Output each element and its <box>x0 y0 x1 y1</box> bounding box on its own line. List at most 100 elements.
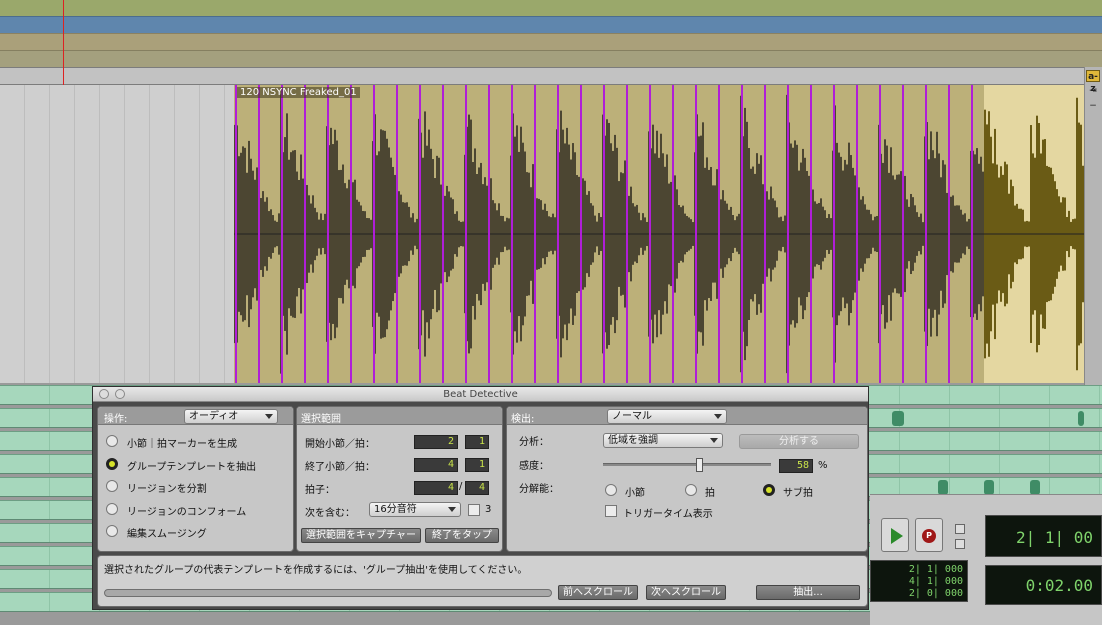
chevron-down-icon <box>714 414 722 419</box>
operation-panel: 操作: オーディオ 小節｜拍マーカーを生成 グループテンプレートを抽出 リージョンを… <box>97 406 294 552</box>
chevron-down-icon <box>265 414 273 419</box>
play-button[interactable] <box>881 518 909 552</box>
start-bar-beat-label: 開始小節／拍： <box>305 439 375 450</box>
sort-az-icon[interactable]: a-z <box>1086 70 1100 94</box>
selection-panel: 選択範囲 開始小節／拍： 2 1 終了小節／拍： 4 1 拍子： 4 / 4 次… <box>296 406 503 552</box>
sensitivity-label: 感度： <box>519 461 549 472</box>
operation-option-label: グループテンプレートを抽出 <box>127 461 257 473</box>
triplet-label: 3 <box>485 504 492 515</box>
contains-dropdown-value: 16分音符 <box>374 504 417 515</box>
time-signature-separator: / <box>459 481 463 492</box>
operation-radio[interactable] <box>106 457 118 470</box>
beat-detective-window: Beat Detective 操作: オーディオ 小節｜拍マーカーを生成 グループ… <box>92 386 869 610</box>
midi-note-clip[interactable] <box>1078 411 1084 426</box>
time-signature-numerator[interactable]: 4 <box>414 481 458 495</box>
extract-button[interactable]: 抽出... <box>756 585 860 600</box>
record-button[interactable]: P <box>915 518 943 552</box>
track-lane-olive[interactable] <box>0 0 1102 16</box>
operation-option-label: リージョンのコンフォーム <box>127 506 247 518</box>
capture-selection-button[interactable]: 選択範囲をキャプチャー <box>301 528 421 543</box>
sensitivity-slider-thumb[interactable] <box>696 458 704 472</box>
resolution-radio[interactable] <box>685 484 697 496</box>
start-bar-field[interactable]: 2 <box>414 435 458 449</box>
sensitivity-unit: % <box>818 460 828 471</box>
selection-end: 4| 1| 000 <box>908 576 963 587</box>
track-lane-tan-2[interactable] <box>0 50 1102 67</box>
midi-note-clip[interactable] <box>1030 480 1040 495</box>
resolution-label: 分解能： <box>519 484 559 495</box>
window-title-bar[interactable]: Beat Detective <box>93 387 868 402</box>
analysis-label: 分析： <box>519 437 549 448</box>
track-lane-blue[interactable] <box>0 16 1102 33</box>
start-beat-field[interactable]: 1 <box>465 435 489 449</box>
detection-mode-value: ノーマル <box>612 411 652 422</box>
waveform-display <box>234 85 984 383</box>
transport-option-toggle[interactable] <box>955 539 965 549</box>
midi-note-clip[interactable] <box>938 480 948 495</box>
status-panel: 選択されたグループの代表テンプレートを作成するには、'グループ抽出'を使用してく… <box>97 555 868 607</box>
track-lane-tan-1[interactable] <box>0 33 1102 50</box>
audio-region[interactable]: 120 NSYNC Freaked_01 <box>234 85 984 383</box>
selection-length: 2| 0| 000 <box>908 588 963 599</box>
end-bar-beat-label: 終了小節／拍： <box>305 462 375 473</box>
analysis-dropdown-value: 低域を強調 <box>608 435 658 446</box>
minus-icon[interactable]: − <box>1086 100 1100 112</box>
contains-dropdown[interactable]: 16分音符 <box>369 502 461 517</box>
tap-end-button[interactable]: 終了をタップ <box>425 528 499 543</box>
triplet-checkbox[interactable] <box>468 504 480 516</box>
resolution-radio[interactable] <box>605 484 617 496</box>
track-empty-area[interactable] <box>0 85 234 383</box>
operation-radio[interactable] <box>106 435 118 447</box>
operation-dropdown[interactable]: オーディオ <box>184 409 278 424</box>
window-title: Beat Detective <box>443 389 518 400</box>
zoom-window-icon[interactable] <box>115 389 125 399</box>
audio-region-next[interactable] <box>984 85 1084 383</box>
resolution-radio[interactable] <box>763 484 775 496</box>
scroll-prev-button[interactable]: 前へスクロール <box>558 585 638 600</box>
playhead-cursor[interactable] <box>63 0 64 85</box>
end-bar-field[interactable]: 4 <box>414 458 458 472</box>
analysis-dropdown[interactable]: 低域を強調 <box>603 433 723 448</box>
operation-option-label: 編集スムージング <box>127 529 207 540</box>
midi-note-clip[interactable] <box>984 480 994 495</box>
track-side-controls: a-z ⇥ − <box>1084 67 1102 385</box>
operation-dropdown-value: オーディオ <box>189 411 239 422</box>
transport-option-toggle[interactable] <box>955 524 965 534</box>
trigger-time-checkbox[interactable] <box>605 505 617 517</box>
operation-radio[interactable] <box>106 525 118 537</box>
resolution-option-label: サブ拍 <box>783 488 813 499</box>
chevron-down-icon <box>710 438 718 443</box>
close-window-icon[interactable] <box>99 389 109 399</box>
progress-bar <box>104 589 552 597</box>
selection-header: 選択範囲 <box>301 414 341 425</box>
sub-counter[interactable]: 0:02.00 <box>985 565 1102 605</box>
midi-note-clip[interactable] <box>892 411 904 426</box>
chevron-down-icon <box>448 507 456 512</box>
time-signature-label: 拍子： <box>305 485 335 496</box>
detection-label: 検出: <box>511 414 535 425</box>
detection-panel: 検出: ノーマル 分析： 低域を強調 分析する 感度： 58 % 分解能： 小節… <box>506 406 868 552</box>
resolution-option-label: 小節 <box>625 488 645 499</box>
scroll-next-button[interactable]: 次へスクロール <box>646 585 726 600</box>
selection-counter: 2| 1| 000 4| 1| 000 2| 0| 000 <box>870 560 968 602</box>
main-counter[interactable]: 2| 1| 00 <box>985 515 1102 557</box>
record-icon: P <box>922 529 936 543</box>
end-beat-field[interactable]: 1 <box>465 458 489 472</box>
detection-mode-dropdown[interactable]: ノーマル <box>607 409 727 424</box>
trigger-time-label: トリガータイム表示 <box>623 509 713 520</box>
analyze-button[interactable]: 分析する <box>739 434 859 449</box>
resolution-option-label: 拍 <box>705 488 715 499</box>
waveform-display-next <box>984 97 1084 371</box>
sensitivity-value-field[interactable]: 58 <box>779 459 813 473</box>
play-icon <box>891 528 903 544</box>
time-signature-denominator[interactable]: 4 <box>465 481 489 495</box>
operation-radio[interactable] <box>106 502 118 515</box>
operation-radio[interactable] <box>106 480 118 492</box>
operation-label: 操作: <box>104 414 128 425</box>
contains-label: 次を含む： <box>305 508 355 519</box>
timeline-ruler[interactable] <box>0 67 1102 85</box>
sensitivity-slider[interactable] <box>603 458 771 472</box>
status-message: 選択されたグループの代表テンプレートを作成するには、'グループ抽出'を使用してく… <box>104 565 528 576</box>
tab-to-transient-icon[interactable]: ⇥ <box>1086 85 1100 97</box>
operation-option-label: リージョンを分割 <box>127 484 207 495</box>
